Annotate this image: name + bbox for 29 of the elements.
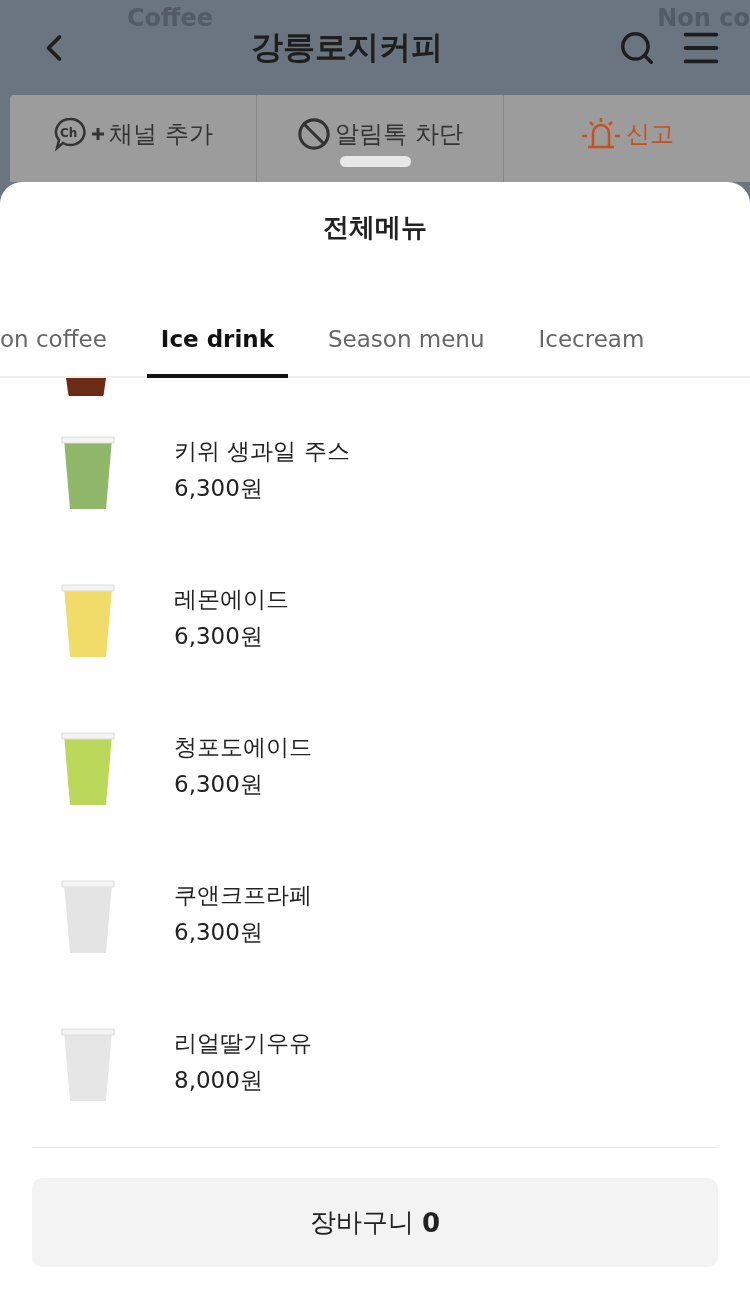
page-title: 강릉로지커피 <box>250 26 444 68</box>
menu-item[interactable]: 청포도에이드 6,300원 <box>0 692 750 840</box>
item-name: 키위 생과일 주스 <box>174 437 350 466</box>
item-price: 6,300원 <box>174 474 264 503</box>
category-tab[interactable]: Season menu <box>314 276 499 378</box>
item-name: 쿠앤크프라페 <box>174 881 312 910</box>
chat-bubble-icon <box>54 117 86 150</box>
cart-button[interactable]: 장바구니 0 <box>32 1178 718 1267</box>
menu-item[interactable]: 레몬에이드 6,300원 <box>0 544 750 692</box>
item-name: 청포도에이드 <box>174 733 312 762</box>
menu-item[interactable]: 쿠앤크프라페 6,300원 <box>0 840 750 988</box>
plus-icon <box>91 127 106 141</box>
prohibited-icon <box>297 117 332 151</box>
menu-item[interactable]: 키위 생과일 주스 6,300원 <box>0 396 750 544</box>
sheet-title: 전체메뉴 <box>322 211 428 244</box>
channel-icon-label: Ch <box>60 126 78 140</box>
category-tab[interactable]: on coffee <box>0 276 121 378</box>
cart-count: 0 <box>421 1207 441 1238</box>
sheet-handle[interactable] <box>340 156 411 167</box>
item-price: 6,300원 <box>174 770 264 799</box>
category-tab[interactable]: Ice drink <box>146 276 288 378</box>
item-price: 6,300원 <box>174 918 264 947</box>
item-name: 레몬에이드 <box>174 585 289 614</box>
item-price: 6,300원 <box>174 622 264 651</box>
menu-item[interactable]: 리얼딸기우유 8,000원 <box>0 988 750 1136</box>
item-price: 8,000원 <box>174 1066 264 1095</box>
drink-cup-drawing <box>66 378 106 396</box>
category-tab[interactable]: Icecream <box>524 276 659 378</box>
item-name: 리얼딸기우유 <box>174 1029 312 1058</box>
